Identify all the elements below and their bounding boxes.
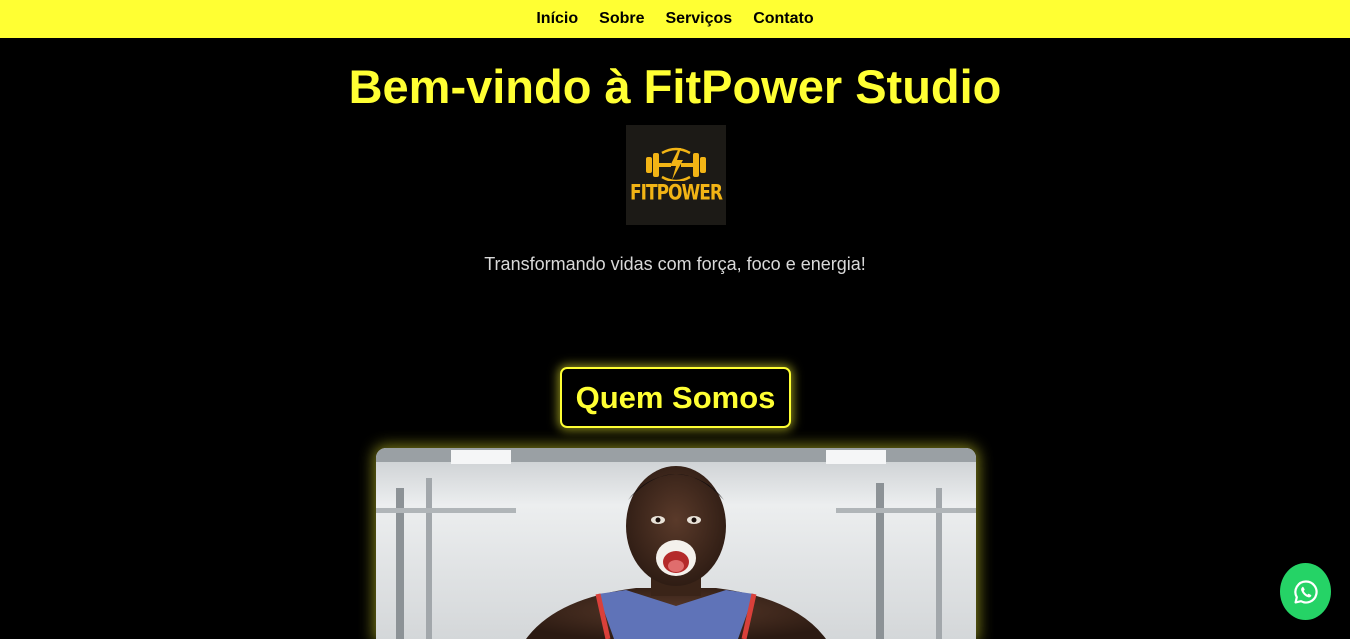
top-navigation: Início Sobre Serviços Contato bbox=[0, 0, 1350, 38]
nav-link-inicio[interactable]: Início bbox=[536, 10, 578, 28]
logo-wordmark: FITPOWER bbox=[630, 180, 723, 206]
whatsapp-icon bbox=[1293, 579, 1318, 604]
fitpower-logo: FITPOWER bbox=[626, 125, 726, 225]
nav-link-servicos[interactable]: Serviços bbox=[665, 10, 732, 28]
dumbbell-bolt-icon bbox=[646, 147, 706, 181]
page-title: Bem-vindo à FitPower Studio bbox=[348, 60, 1002, 113]
nav-link-sobre[interactable]: Sobre bbox=[599, 10, 644, 28]
about-section-title: Quem Somos bbox=[560, 367, 791, 428]
hero-tagline: Transformando vidas com força, foco e en… bbox=[484, 254, 866, 274]
athlete-photo bbox=[376, 448, 976, 639]
whatsapp-button[interactable] bbox=[1280, 563, 1331, 620]
nav-link-contato[interactable]: Contato bbox=[753, 10, 813, 28]
about-photo bbox=[376, 448, 976, 639]
